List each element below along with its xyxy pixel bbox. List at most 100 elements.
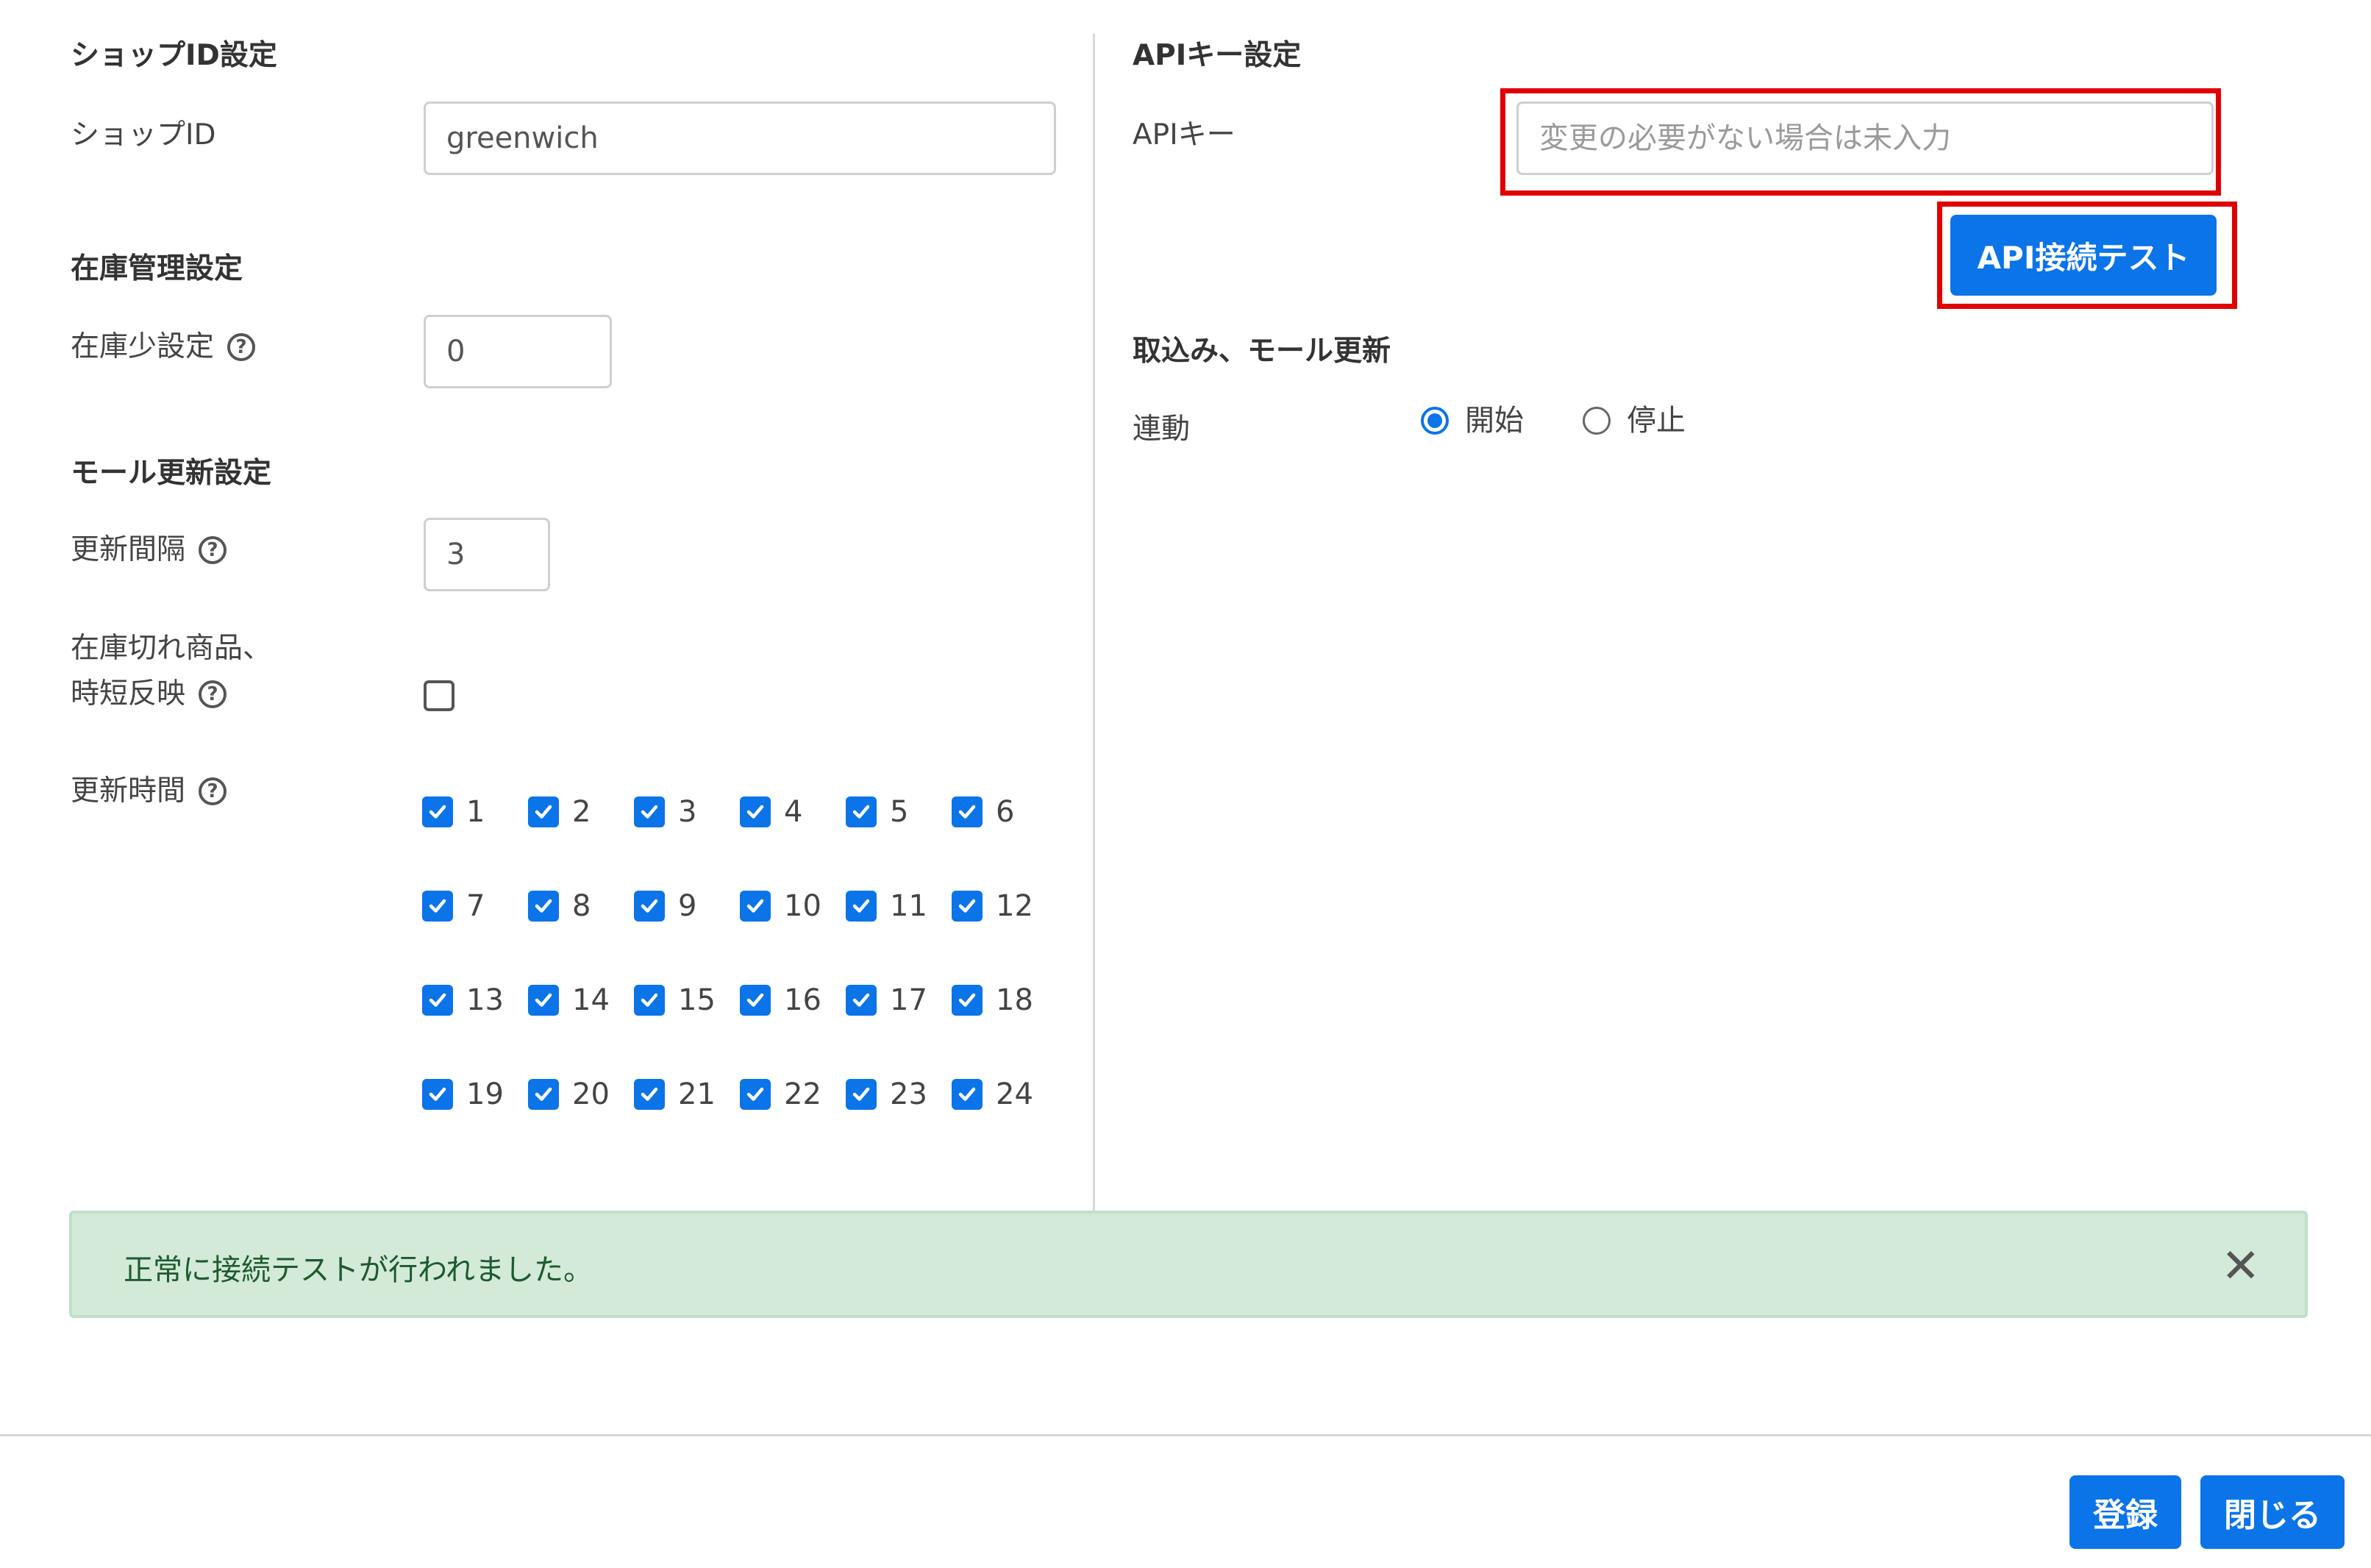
success-alert: 正常に接続テストが行われました。 ✕ xyxy=(69,1211,2308,1318)
update-hour-label: 5 xyxy=(890,795,909,829)
interval-label-row: 更新間隔 ? xyxy=(71,535,227,564)
checkmark-icon[interactable] xyxy=(846,797,877,827)
checkmark-icon[interactable] xyxy=(952,985,983,1016)
shop-id-input[interactable] xyxy=(424,101,1056,175)
radio-stop[interactable]: 停止 xyxy=(1583,406,1686,435)
help-icon[interactable]: ? xyxy=(199,680,227,708)
checkmark-icon[interactable] xyxy=(634,797,665,827)
update-hour-checkbox[interactable]: 14 xyxy=(528,985,634,1079)
update-hour-checkbox[interactable]: 7 xyxy=(422,891,528,985)
update-hour-checkbox[interactable]: 24 xyxy=(952,1079,1058,1173)
checkmark-icon[interactable] xyxy=(846,891,877,922)
inventory-heading: 在庫管理設定 xyxy=(71,252,243,285)
help-icon[interactable]: ? xyxy=(199,535,227,564)
checkmark-icon[interactable] xyxy=(528,985,559,1016)
update-hour-checkbox[interactable]: 19 xyxy=(422,1079,528,1173)
update-hour-label: 7 xyxy=(466,889,485,923)
update-hour-checkbox[interactable]: 23 xyxy=(846,1079,952,1173)
link-label: 連動 xyxy=(1133,413,1191,446)
checkmark-icon[interactable] xyxy=(422,1079,453,1110)
update-hour-checkbox[interactable]: 8 xyxy=(528,891,634,985)
radio-start-label: 開始 xyxy=(1465,404,1524,438)
low-stock-label: 在庫少設定 xyxy=(71,330,215,363)
update-hour-checkbox[interactable]: 17 xyxy=(846,985,952,1079)
checkmark-icon[interactable] xyxy=(422,891,453,922)
update-hour-label: 15 xyxy=(678,983,716,1017)
interval-label: 更新間隔 xyxy=(71,533,186,566)
update-hour-checkbox[interactable]: 22 xyxy=(740,1079,846,1173)
checkmark-icon[interactable] xyxy=(634,1079,665,1110)
low-stock-input[interactable] xyxy=(424,315,612,388)
help-icon[interactable]: ? xyxy=(199,777,227,805)
update-hour-checkbox[interactable]: 21 xyxy=(634,1079,740,1173)
update-hour-label: 13 xyxy=(466,983,504,1017)
interval-input[interactable] xyxy=(424,518,550,591)
update-hour-checkbox[interactable]: 5 xyxy=(846,797,952,891)
checkmark-icon[interactable] xyxy=(952,891,983,922)
radio-stop-circle[interactable] xyxy=(1583,407,1611,435)
out-of-stock-label-row: 時短反映 ? xyxy=(71,680,227,708)
update-hour-label: 4 xyxy=(784,795,803,829)
out-of-stock-label-line1: 在庫切れ商品、 xyxy=(71,632,272,665)
update-hour-checkbox[interactable]: 3 xyxy=(634,797,740,891)
checkmark-icon[interactable] xyxy=(952,797,983,827)
footer-divider xyxy=(0,1434,2371,1436)
column-divider xyxy=(1093,34,1095,1211)
update-hour-label: 9 xyxy=(678,889,697,923)
update-hour-label: 14 xyxy=(572,983,610,1017)
update-hour-checkbox[interactable]: 18 xyxy=(952,985,1058,1079)
update-hour-checkbox[interactable]: 1 xyxy=(422,797,528,891)
update-hour-checkbox[interactable]: 6 xyxy=(952,797,1058,891)
api-key-input[interactable] xyxy=(1516,101,2214,175)
checkmark-icon[interactable] xyxy=(634,891,665,922)
update-hour-label: 17 xyxy=(890,983,927,1017)
update-hour-label: 3 xyxy=(678,795,697,829)
checkmark-icon[interactable] xyxy=(528,891,559,922)
close-icon[interactable]: ✕ xyxy=(2221,1243,2261,1290)
checkmark-icon[interactable] xyxy=(846,985,877,1016)
checkmark-icon[interactable] xyxy=(422,797,453,827)
api-key-heading: APIキー設定 xyxy=(1133,39,1302,72)
update-hour-label: 22 xyxy=(784,1077,821,1111)
out-of-stock-label-line2: 時短反映 xyxy=(71,677,186,710)
checkmark-icon[interactable] xyxy=(740,891,771,922)
out-of-stock-checkbox[interactable] xyxy=(424,680,454,711)
update-hour-label: 6 xyxy=(996,795,1015,829)
checkmark-icon[interactable] xyxy=(740,797,771,827)
api-key-label: APIキー xyxy=(1133,118,1236,152)
import-heading: 取込み、モール更新 xyxy=(1133,335,1391,368)
update-hour-checkbox[interactable]: 2 xyxy=(528,797,634,891)
update-hour-checkbox[interactable]: 12 xyxy=(952,891,1058,985)
update-hour-checkbox[interactable]: 9 xyxy=(634,891,740,985)
update-hour-checkbox[interactable]: 10 xyxy=(740,891,846,985)
checkmark-icon[interactable] xyxy=(528,1079,559,1110)
checkmark-icon[interactable] xyxy=(846,1079,877,1110)
update-hour-checkbox[interactable]: 16 xyxy=(740,985,846,1079)
checkmark-icon[interactable] xyxy=(952,1079,983,1110)
close-button[interactable]: 閉じる xyxy=(2200,1475,2345,1549)
checkmark-icon[interactable] xyxy=(634,985,665,1016)
checkmark-icon[interactable] xyxy=(422,985,453,1016)
update-hour-checkbox[interactable]: 11 xyxy=(846,891,952,985)
shop-id-label: ショップID xyxy=(71,118,216,152)
api-test-button[interactable]: API接続テスト xyxy=(1950,215,2217,296)
radio-start-circle[interactable] xyxy=(1421,407,1449,435)
checkmark-icon[interactable] xyxy=(740,1079,771,1110)
update-hour-label: 2 xyxy=(572,795,591,829)
low-stock-label-row: 在庫少設定 ? xyxy=(71,330,256,363)
help-icon[interactable]: ? xyxy=(227,332,256,361)
update-hour-label: 16 xyxy=(784,983,821,1017)
radio-start[interactable]: 開始 xyxy=(1421,406,1524,435)
register-button[interactable]: 登録 xyxy=(2069,1475,2181,1549)
update-hour-label: 20 xyxy=(572,1077,610,1111)
checkmark-icon[interactable] xyxy=(740,985,771,1016)
update-hours-grid: 1 2 3 4 5 6 7 8 9 10 11 12 13 14 15 16 17 18 19 20 21 22 23 24 xyxy=(422,797,1058,1173)
update-hour-checkbox[interactable]: 4 xyxy=(740,797,846,891)
update-hour-checkbox[interactable]: 20 xyxy=(528,1079,634,1173)
update-hour-checkbox[interactable]: 15 xyxy=(634,985,740,1079)
checkmark-icon[interactable] xyxy=(528,797,559,827)
update-hour-label: 8 xyxy=(572,889,591,923)
update-hour-label: 23 xyxy=(890,1077,927,1111)
update-hour-checkbox[interactable]: 13 xyxy=(422,985,528,1079)
update-time-label: 更新時間 xyxy=(71,774,186,808)
